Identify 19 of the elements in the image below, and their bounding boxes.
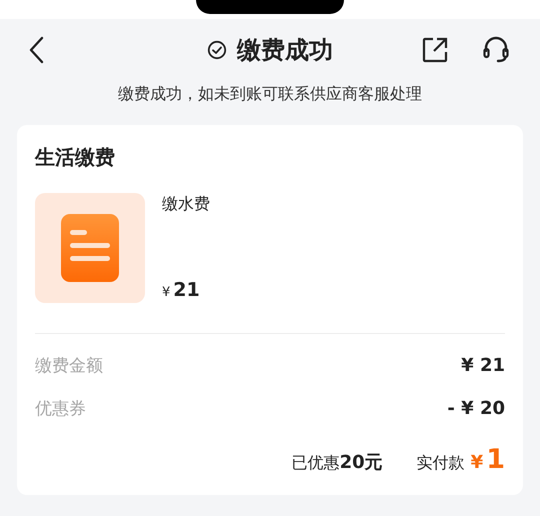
page-title: 缴费成功 <box>237 35 333 66</box>
row-value: ¥ 21 <box>461 355 505 376</box>
headset-icon[interactable] <box>482 36 510 64</box>
check-circle-icon <box>207 40 227 60</box>
bill-name: 缴水费 <box>162 193 210 215</box>
back-icon[interactable] <box>28 36 44 64</box>
discount-text: 已优惠20元 <box>292 451 383 474</box>
row-label: 缴费金额 <box>35 355 103 377</box>
paid-label: 实付款 <box>416 453 465 474</box>
notice-text: 缴费成功，如未到账可联系供应商客服处理 <box>117 83 423 105</box>
share-icon[interactable] <box>422 37 448 63</box>
row-value: - ¥ 20 <box>447 398 505 419</box>
card-title: 生活缴费 <box>35 144 116 171</box>
document-icon <box>61 214 119 282</box>
currency-sign: ¥ <box>162 285 170 300</box>
bill-price: 21 <box>173 279 200 301</box>
paid-amount: 1 <box>486 444 505 475</box>
currency-sign: ¥ <box>470 452 484 473</box>
row-label: 优惠券 <box>35 398 86 420</box>
